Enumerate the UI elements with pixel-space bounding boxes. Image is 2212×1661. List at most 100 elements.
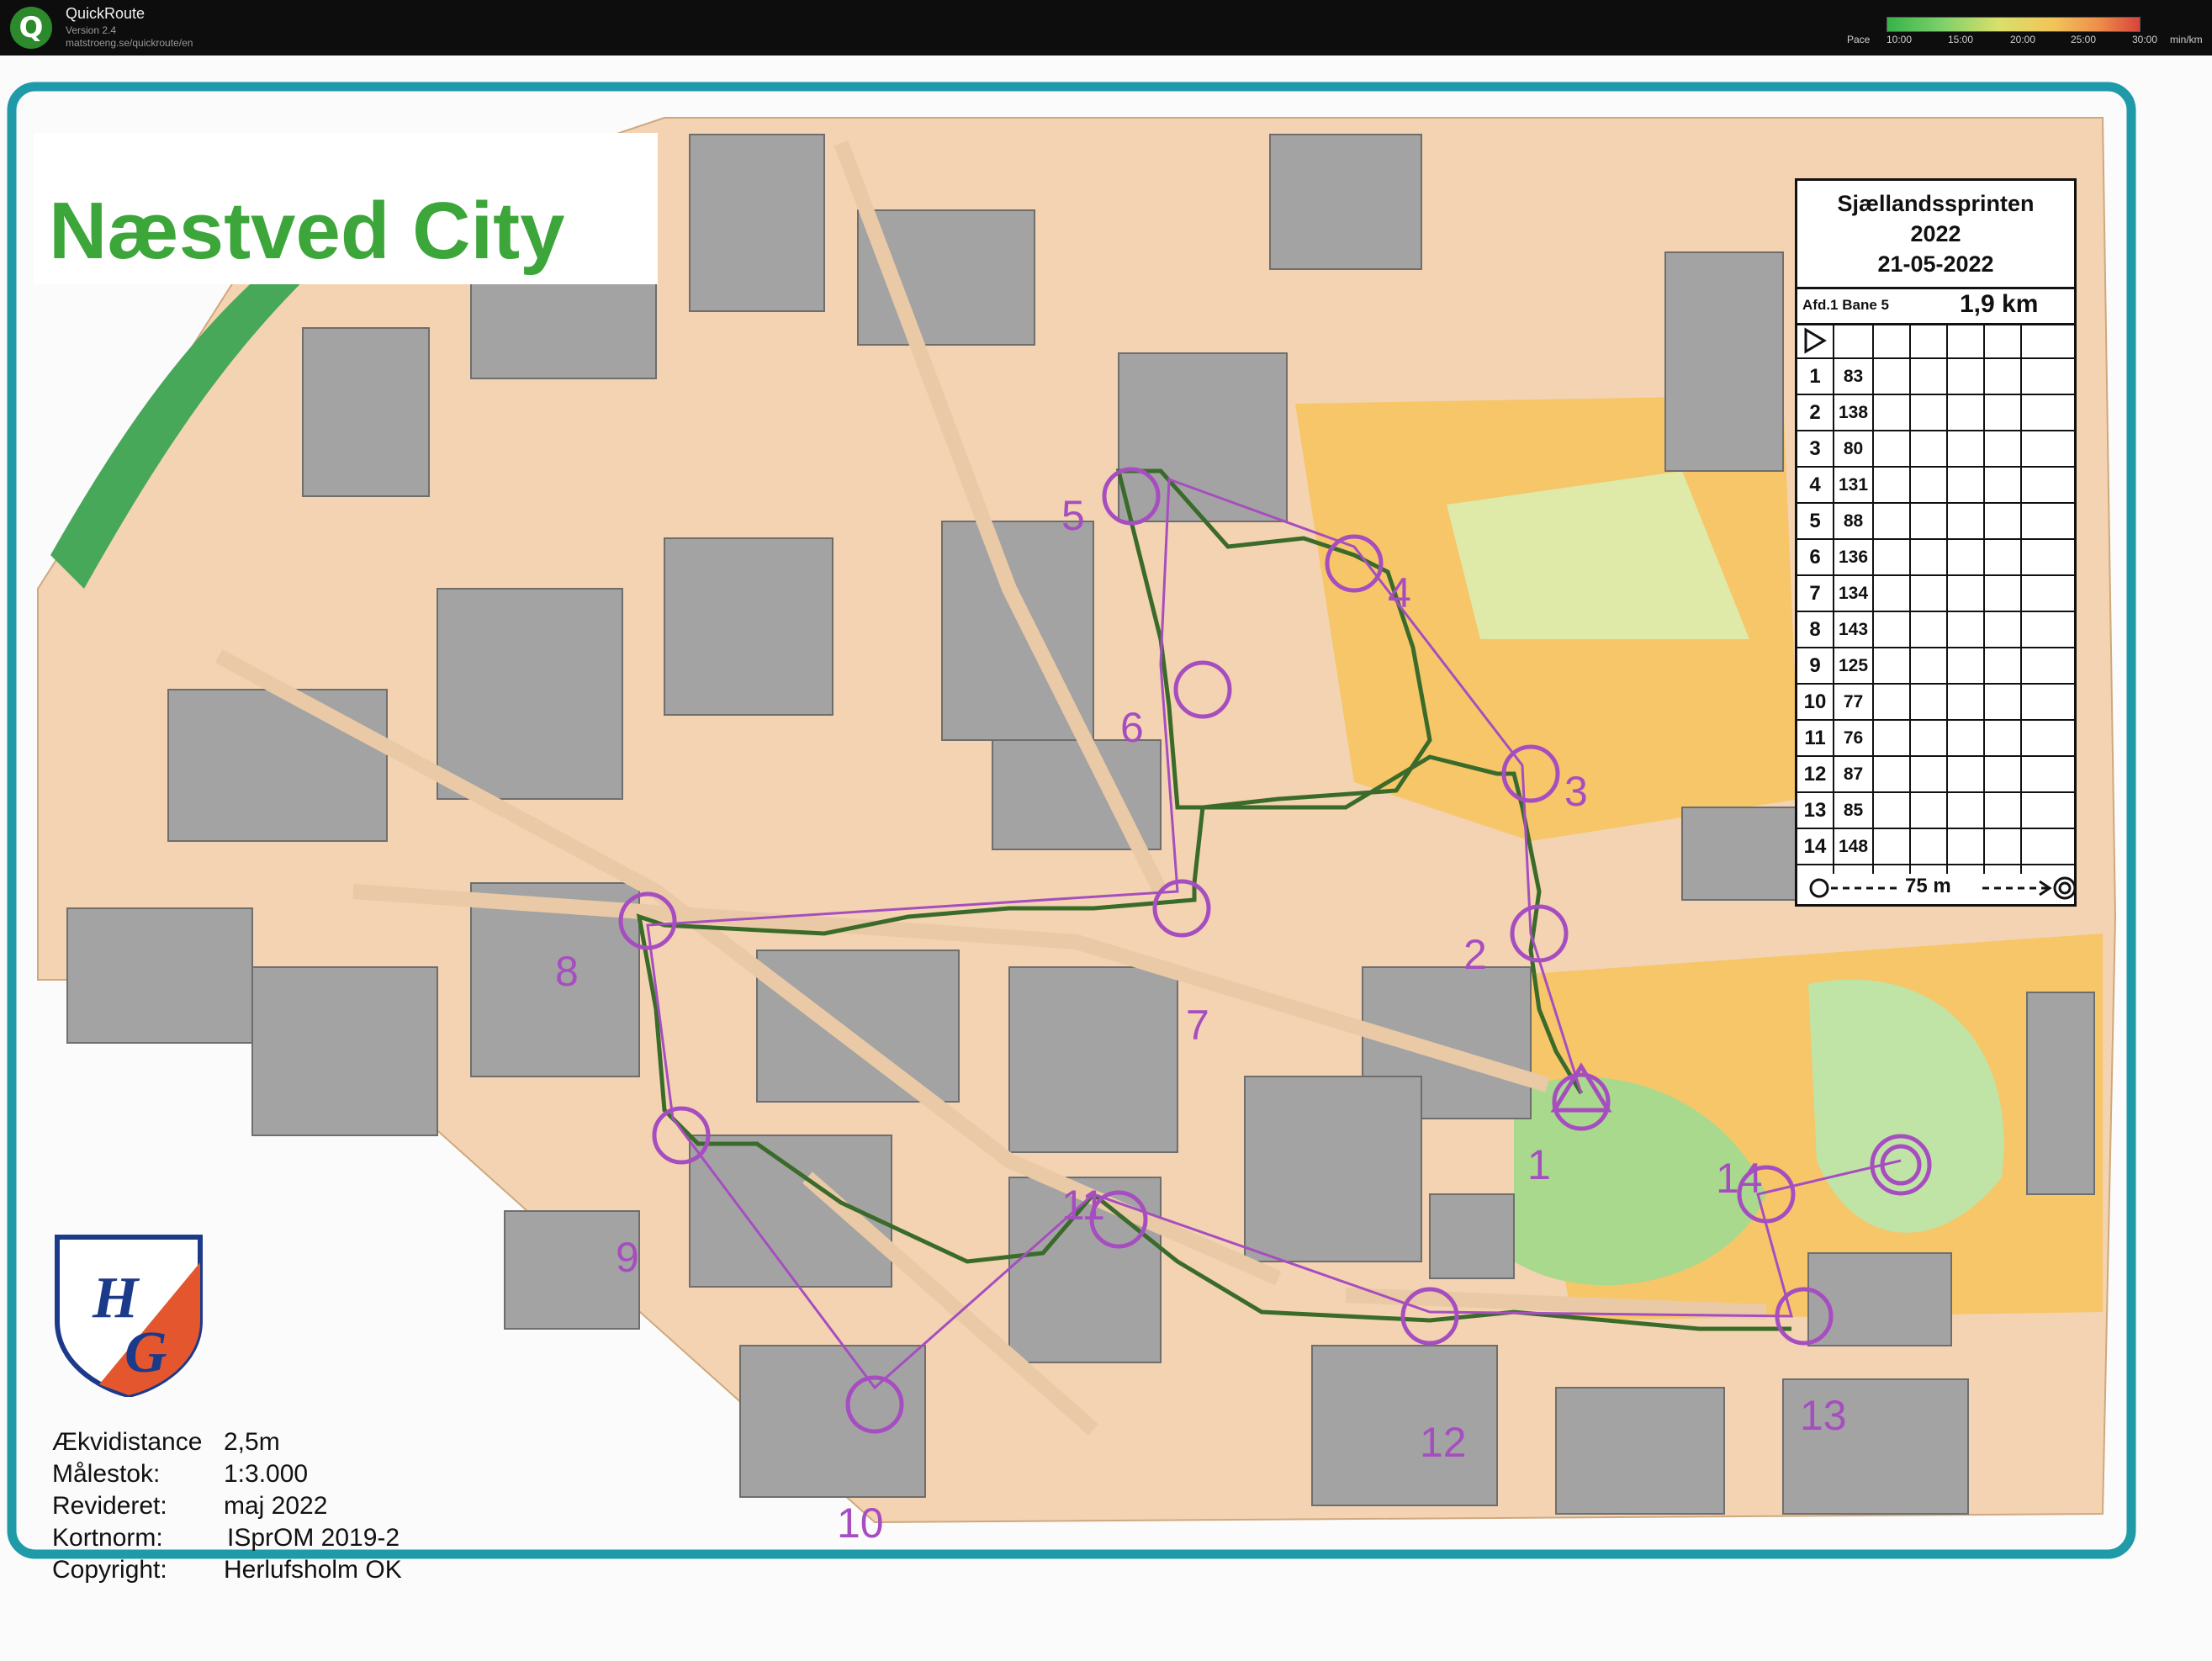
control-number: 1 bbox=[1809, 365, 1821, 388]
column-divider bbox=[1983, 323, 1985, 874]
course-length: 1,9 km bbox=[1960, 290, 2039, 318]
svg-text:G: G bbox=[124, 1320, 167, 1385]
info-key: Målestok: bbox=[52, 1460, 161, 1488]
control-code: 87 bbox=[1843, 764, 1864, 784]
control-label: 3 bbox=[1564, 768, 1588, 815]
pace-tick: 20:00 bbox=[2010, 34, 2036, 45]
info-value: 1:3.000 bbox=[224, 1460, 309, 1488]
info-key: Revideret: bbox=[52, 1492, 167, 1520]
control-number: 2 bbox=[1809, 401, 1821, 424]
control-code: 143 bbox=[1838, 620, 1869, 639]
control-number: 7 bbox=[1809, 582, 1821, 605]
control-code: 83 bbox=[1843, 367, 1864, 386]
start-triangle-icon bbox=[1804, 327, 1827, 354]
control-label: 11 bbox=[1061, 1182, 1105, 1229]
info-key: Kortnorm: bbox=[52, 1524, 163, 1552]
column-divider bbox=[1946, 323, 1948, 874]
description-row: 12 87 bbox=[1797, 757, 2074, 793]
column-divider bbox=[1909, 323, 1911, 874]
control-code: 148 bbox=[1838, 837, 1869, 856]
control-label: 7 bbox=[1186, 1002, 1209, 1049]
map-title-box: Næstved City bbox=[34, 133, 658, 284]
control-number: 13 bbox=[1803, 799, 1827, 822]
control-label: 13 bbox=[1800, 1392, 1847, 1439]
control-code: 136 bbox=[1838, 547, 1869, 567]
description-row: 6 136 bbox=[1797, 540, 2074, 576]
pace-tick: 15:00 bbox=[1948, 34, 1974, 45]
pace-tick: 30:00 bbox=[2132, 34, 2158, 45]
control-label: 9 bbox=[616, 1234, 639, 1281]
finish-row: 75 m bbox=[1797, 871, 2077, 905]
column-divider bbox=[2020, 323, 2022, 874]
control-number: 9 bbox=[1809, 654, 1821, 677]
description-row: 11 76 bbox=[1797, 721, 2074, 757]
control-label: 4 bbox=[1388, 569, 1411, 616]
start-row bbox=[1797, 323, 2074, 359]
column-divider bbox=[1872, 323, 1874, 874]
control-label: 2 bbox=[1463, 931, 1487, 978]
control-code: 76 bbox=[1843, 728, 1864, 748]
map-paper: 1 2 3 4 5 6 7 8 9 10 11 12 13 14 Næstved… bbox=[0, 56, 2212, 1661]
finish-distance: 75 m bbox=[1905, 875, 1951, 897]
event-name: Sjællandssprinten bbox=[1837, 191, 2035, 216]
info-value: maj 2022 bbox=[224, 1492, 328, 1520]
description-row: 3 80 bbox=[1797, 431, 2074, 468]
column-divider bbox=[1833, 323, 1834, 874]
description-row: 9 125 bbox=[1797, 648, 2074, 685]
description-header: Sjællandssprinten 2022 21-05-2022 bbox=[1797, 181, 2074, 289]
map-title: Næstved City bbox=[49, 186, 565, 276]
event-date: 21-05-2022 bbox=[1877, 251, 1994, 277]
control-code: 77 bbox=[1843, 692, 1864, 711]
control-number: 12 bbox=[1803, 763, 1827, 786]
control-label: 1 bbox=[1527, 1141, 1551, 1188]
control-number: 8 bbox=[1809, 618, 1821, 641]
quickroute-logo-icon: Q bbox=[10, 7, 52, 49]
course-header: Afd.1 Bane 5 1,9 km bbox=[1797, 287, 2074, 325]
control-label: 5 bbox=[1061, 492, 1085, 539]
description-row: 8 143 bbox=[1797, 612, 2074, 648]
info-value: ISprOM 2019-2 bbox=[227, 1524, 400, 1552]
description-row: 7 134 bbox=[1797, 576, 2074, 612]
description-row: 10 77 bbox=[1797, 685, 2074, 721]
control-number: 5 bbox=[1809, 510, 1821, 532]
description-row: 5 88 bbox=[1797, 504, 2074, 540]
pace-legend-label: Pace bbox=[1847, 34, 1871, 45]
control-label: 8 bbox=[555, 948, 579, 995]
control-code: 125 bbox=[1838, 656, 1869, 675]
control-label: 10 bbox=[837, 1500, 884, 1547]
control-code: 88 bbox=[1843, 511, 1864, 531]
control-number: 11 bbox=[1804, 727, 1826, 749]
control-code: 80 bbox=[1843, 439, 1864, 458]
control-number: 6 bbox=[1809, 546, 1821, 569]
control-code: 131 bbox=[1838, 475, 1869, 495]
control-number: 3 bbox=[1809, 437, 1821, 460]
pace-tick: 10:00 bbox=[1887, 34, 1913, 45]
pace-unit: min/km bbox=[2170, 34, 2203, 45]
control-number: 4 bbox=[1809, 473, 1821, 496]
info-key: Ækvidistance bbox=[52, 1428, 203, 1456]
course-name: Afd.1 Bane 5 bbox=[1802, 297, 1889, 313]
control-code: 138 bbox=[1838, 403, 1869, 422]
quickroute-title-bar: Q QuickRoute Version 2.4 matstroeng.se/q… bbox=[0, 0, 2212, 56]
info-key: Copyright: bbox=[52, 1556, 167, 1584]
control-label: 6 bbox=[1120, 704, 1144, 751]
description-row: 2 138 bbox=[1797, 395, 2074, 431]
app-version: Version 2.4 bbox=[66, 24, 117, 36]
control-number: 10 bbox=[1803, 690, 1827, 713]
app-name: QuickRoute bbox=[66, 5, 146, 22]
pace-tick: 25:00 bbox=[2071, 34, 2097, 45]
control-code: 134 bbox=[1838, 584, 1869, 603]
event-year: 2022 bbox=[1910, 221, 1961, 246]
app-url: matstroeng.se/quickroute/en bbox=[66, 37, 193, 49]
info-value: 2,5m bbox=[224, 1428, 280, 1456]
club-logo-shield-icon: H G bbox=[55, 1235, 203, 1397]
description-row: 13 85 bbox=[1797, 793, 2074, 829]
pace-color-scale bbox=[1887, 17, 2141, 32]
control-label: 14 bbox=[1716, 1155, 1763, 1202]
description-row: 4 131 bbox=[1797, 468, 2074, 504]
description-row: 14 148 bbox=[1797, 829, 2074, 865]
description-row: 1 83 bbox=[1797, 359, 2074, 395]
control-code: 85 bbox=[1843, 801, 1864, 820]
info-value: Herlufsholm OK bbox=[224, 1556, 402, 1584]
control-description-sheet: Sjællandssprinten 2022 21-05-2022 Afd.1 … bbox=[1795, 178, 2077, 907]
